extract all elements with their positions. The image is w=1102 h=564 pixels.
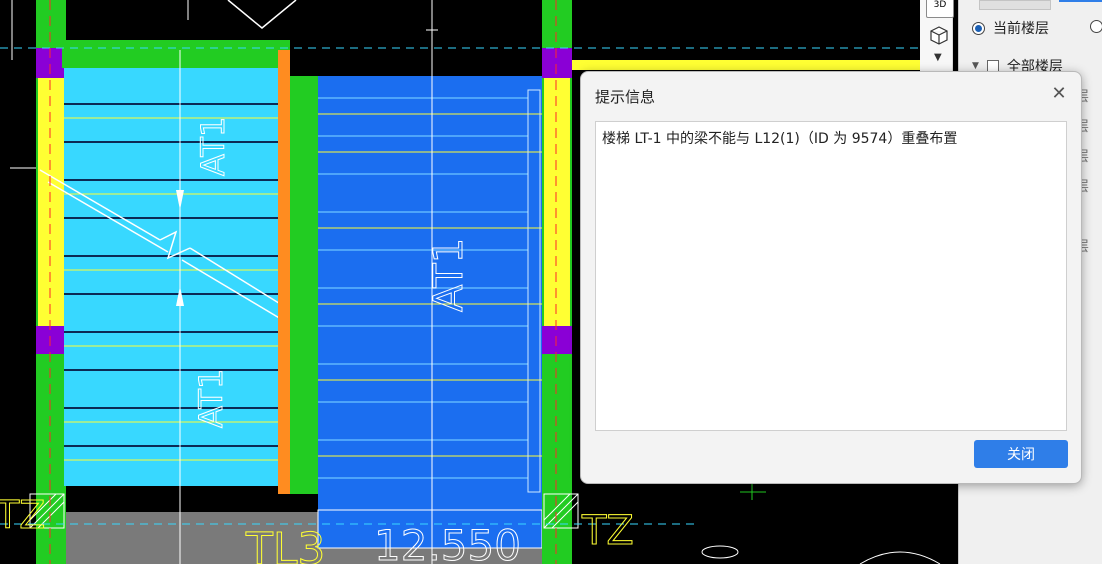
info-dialog: 提示信息 ✕ 楼梯 LT-1 中的梁不能与 L12(1)（ID 为 9574）重…	[580, 71, 1082, 484]
radio-current-floor[interactable]: 当前楼层	[972, 18, 1049, 38]
dialog-message-box[interactable]: 楼梯 LT-1 中的梁不能与 L12(1)（ID 为 9574）重叠布置	[595, 121, 1067, 431]
left-column-purple-mid	[36, 326, 66, 354]
dialog-message: 楼梯 LT-1 中的梁不能与 L12(1)（ID 为 9574）重叠布置	[602, 131, 958, 147]
left-column-purple-top	[36, 48, 66, 78]
label-at1-left-top: AT1	[194, 117, 232, 176]
top-beam	[62, 40, 290, 68]
radio-current-floor-label: 当前楼层	[993, 21, 1049, 37]
view-3d-label: 3D	[933, 0, 947, 10]
cube-icon[interactable]	[926, 24, 952, 46]
label-tl3: TL3	[245, 524, 325, 564]
right-column-purple-top	[542, 48, 572, 78]
collapse-caret-icon[interactable]: ▼	[972, 61, 979, 71]
label-tz-right: TZ	[581, 508, 634, 554]
label-tz-left: TZ	[0, 493, 45, 537]
label-elevation: 12.550	[374, 521, 521, 564]
close-button[interactable]: 关闭	[974, 440, 1068, 468]
left-wall-yellow	[38, 78, 64, 326]
middle-green-beam	[290, 76, 318, 494]
view-3d-button[interactable]: 3D	[926, 0, 954, 18]
radio-other[interactable]	[1090, 20, 1102, 33]
radio-current-floor-dot[interactable]	[972, 21, 985, 35]
close-icon[interactable]: ✕	[1047, 82, 1071, 106]
label-at1-left-bottom: AT1	[192, 369, 230, 428]
dialog-title: 提示信息	[595, 88, 656, 106]
stair-flight-left	[64, 68, 278, 486]
panel-tab-link[interactable]	[1059, 0, 1102, 2]
label-at1-right: AT1	[426, 238, 472, 312]
panel-tab[interactable]	[979, 0, 1051, 10]
right-wall-yellow	[544, 78, 570, 326]
right-column-purple-mid	[542, 326, 572, 354]
orange-beam	[278, 50, 290, 494]
dropdown-arrow-icon[interactable]: ▼	[934, 52, 942, 63]
